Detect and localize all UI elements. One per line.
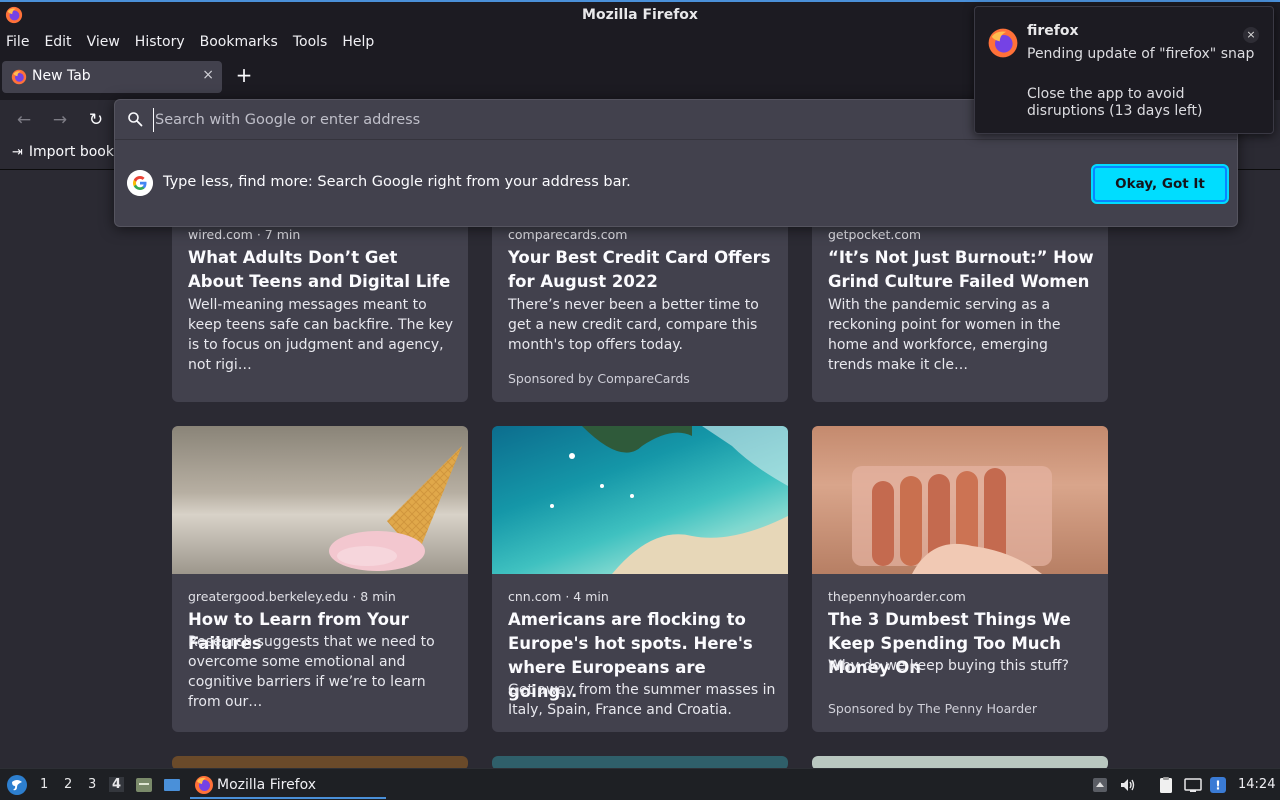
new-tab-button[interactable]: + xyxy=(233,64,255,88)
show-desktop-icon[interactable] xyxy=(162,775,182,795)
story-card[interactable]: cnn.com · 4 min Americans are flocking t… xyxy=(492,426,788,732)
google-icon xyxy=(127,170,153,196)
story-card[interactable]: greatergood.berkeley.edu · 8 min How to … xyxy=(172,426,468,732)
import-bookmarks-button[interactable]: ⇥ Import book xyxy=(12,144,114,160)
notification-body-detail: Close the app to avoid disruptions (13 d… xyxy=(1027,86,1203,119)
story-source: getpocket.com xyxy=(828,227,922,242)
story-excerpt: Get away from the summer masses in Italy… xyxy=(508,682,776,718)
close-icon[interactable]: × xyxy=(202,67,214,83)
story-headline: Your Best Credit Card Offers for August … xyxy=(508,248,771,291)
back-button[interactable]: ← xyxy=(13,109,35,131)
menu-tools[interactable]: Tools xyxy=(293,34,328,50)
update-notifier-icon[interactable]: ! xyxy=(1209,776,1227,794)
file-manager-icon[interactable] xyxy=(134,775,154,795)
story-excerpt: Why do we keep buying this stuff? xyxy=(828,658,1069,674)
svg-text:!: ! xyxy=(1215,779,1220,793)
ice-cream-cone-image xyxy=(329,446,462,571)
workspace-2[interactable]: 2 xyxy=(64,777,72,792)
story-headline: “It’s Not Just Burnout:” How Grind Cultu… xyxy=(828,248,1094,291)
story-source: greatergood.berkeley.edu · 8 min xyxy=(188,589,396,604)
firefox-icon xyxy=(11,69,27,85)
update-notification[interactable]: firefox × Pending update of "firefox" sn… xyxy=(974,6,1274,134)
hot-dogs-image xyxy=(852,466,1052,574)
story-excerpt: Research suggests that we need to overco… xyxy=(188,634,435,710)
story-sponsor: Sponsored by The Penny Hoarder xyxy=(828,701,1037,716)
workspace-4[interactable]: 4 xyxy=(109,777,125,792)
menu-file[interactable]: File xyxy=(6,34,29,50)
beach-aerial-image xyxy=(550,426,788,574)
workspace-3[interactable]: 3 xyxy=(88,777,96,792)
story-sponsor: Sponsored by CompareCards xyxy=(508,371,690,386)
menu-bookmarks[interactable]: Bookmarks xyxy=(200,34,278,50)
import-bookmarks-label: Import book xyxy=(28,144,114,160)
menu-view[interactable]: View xyxy=(87,34,120,50)
search-icon xyxy=(128,112,143,127)
urlbar-tip: Type less, find more: Search Google righ… xyxy=(115,140,1237,228)
system-taskbar: 1 2 3 4 Mozilla Firefox ! 14:24 xyxy=(0,768,1280,800)
tab-new-tab[interactable]: New Tab × xyxy=(2,61,222,93)
tray-arrow-icon[interactable] xyxy=(1091,776,1109,794)
volume-icon[interactable] xyxy=(1119,776,1137,794)
story-source: cnn.com · 4 min xyxy=(508,589,609,604)
notification-body: Pending update of "firefox" snap xyxy=(1027,46,1255,62)
start-menu-icon[interactable] xyxy=(6,774,28,796)
story-card[interactable]: thepennyhoarder.com The 3 Dumbest Things… xyxy=(812,426,1108,732)
taskbar-task-firefox[interactable]: Mozilla Firefox xyxy=(190,771,386,799)
workspace-1[interactable]: 1 xyxy=(40,777,48,792)
story-excerpt: Well-meaning messages meant to keep teen… xyxy=(188,297,454,373)
okay-got-it-button[interactable]: Okay, Got It xyxy=(1093,166,1227,202)
story-source: wired.com · 7 min xyxy=(188,227,301,242)
menu-history[interactable]: History xyxy=(135,34,185,50)
close-icon[interactable]: × xyxy=(1243,27,1259,43)
story-excerpt: With the pandemic serving as a reckoning… xyxy=(828,297,1061,373)
import-icon: ⇥ xyxy=(12,144,23,160)
story-image xyxy=(172,426,468,574)
network-icon[interactable] xyxy=(1184,776,1202,794)
story-excerpt: There’s never been a better time to get … xyxy=(508,297,759,353)
clipboard-icon[interactable] xyxy=(1157,776,1175,794)
story-image xyxy=(812,426,1108,574)
taskbar-clock: 14:24 xyxy=(1238,777,1276,792)
story-image xyxy=(492,426,788,574)
story-source: thepennyhoarder.com xyxy=(828,589,966,604)
address-input[interactable] xyxy=(153,108,953,132)
firefox-icon xyxy=(195,776,213,794)
task-label: Mozilla Firefox xyxy=(217,777,317,793)
firefox-icon xyxy=(988,28,1018,58)
story-headline: What Adults Don’t Get About Teens and Di… xyxy=(188,248,451,291)
notification-title: firefox xyxy=(1027,23,1079,39)
tab-label: New Tab xyxy=(32,68,91,84)
menu-help[interactable]: Help xyxy=(342,34,374,50)
forward-button[interactable]: → xyxy=(49,109,71,131)
story-source: comparecards.com xyxy=(508,227,628,242)
urlbar-tip-text: Type less, find more: Search Google righ… xyxy=(163,174,631,190)
reload-button[interactable]: ↻ xyxy=(85,109,107,131)
menu-edit[interactable]: Edit xyxy=(44,34,71,50)
